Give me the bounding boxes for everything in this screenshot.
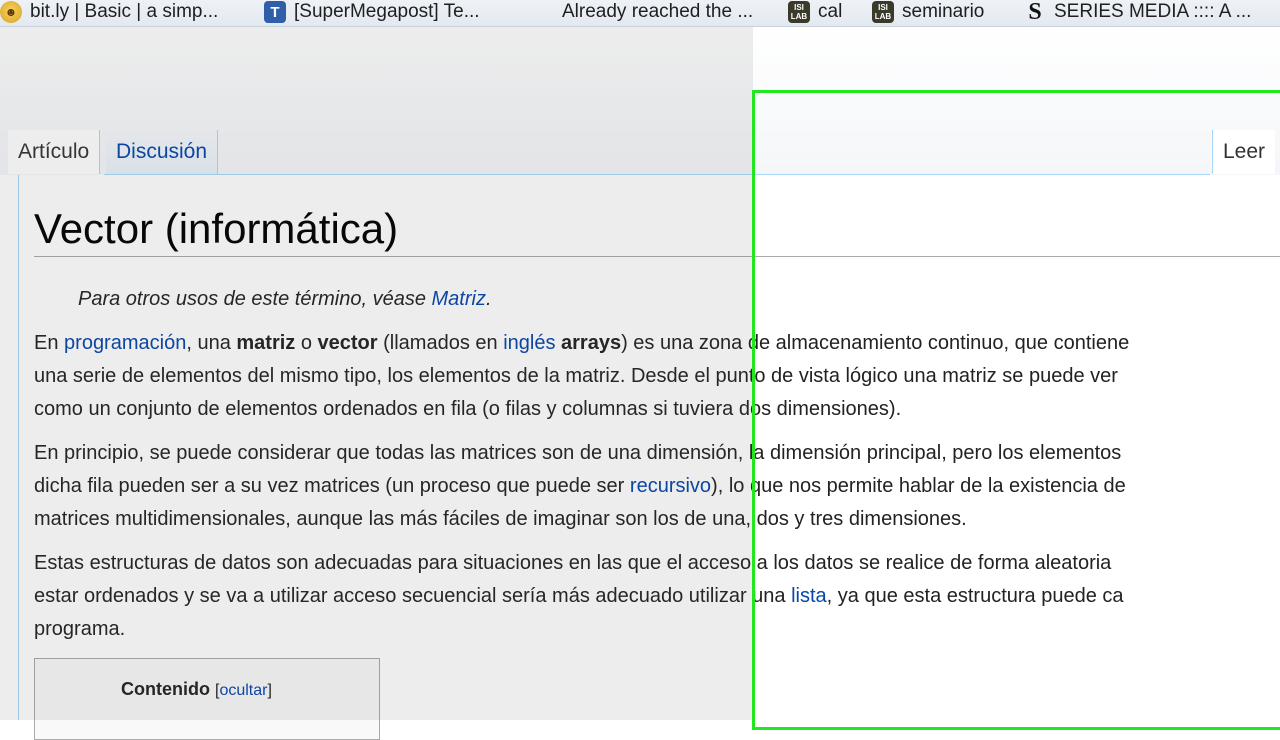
page-title: Vector (informática) (34, 205, 399, 252)
text-line: como un conjunto de elementos ordenados … (34, 398, 902, 420)
hatnote: Para otros usos de este término, véase M… (78, 288, 492, 311)
table-of-contents: Contenido [ocultar] (34, 658, 380, 740)
hatnote-text: Para otros usos de este término, véase (78, 288, 432, 310)
s-logo-icon: S (1028, 0, 1042, 25)
tab-read[interactable]: Leer (1212, 130, 1276, 174)
link-lista[interactable]: lista (791, 585, 827, 607)
text-line: programa. (34, 618, 126, 640)
link-programacion[interactable]: programación (64, 332, 186, 354)
link-ingles[interactable]: inglés (503, 332, 555, 354)
text: o (295, 332, 318, 354)
text: (llamados en (377, 332, 504, 354)
text: En (34, 332, 65, 354)
bookmark-item[interactable]: ISI LAB cal (788, 0, 842, 24)
text-line: En programación, una matriz o vector (ll… (34, 327, 1280, 360)
isi-lab-icon: ISI LAB (872, 1, 894, 23)
text: , una (186, 332, 237, 354)
text: ), lo que nos permite hablar de la exist… (711, 475, 1126, 497)
bookmark-label: cal (818, 1, 843, 22)
text-line: una serie de elementos del mismo tipo, l… (34, 365, 1118, 387)
toc-bracket: ] (267, 682, 272, 699)
paragraph-usage: Estas estructuras de datos son adecuadas… (34, 547, 1280, 646)
text: ) es una zona de almacenamiento continuo… (621, 332, 1130, 354)
paragraph-dimensions: En principio, se puede considerar que to… (34, 437, 1280, 536)
bold-term: arrays (561, 332, 622, 354)
hatnote-end: . (485, 288, 492, 310)
bold-term: vector (317, 332, 378, 354)
text: , ya que esta estructura puede ca (826, 585, 1124, 607)
bookmark-item[interactable]: S SERIES MEDIA :::: A ... (1024, 0, 1252, 25)
text-line: Estas estructuras de datos son adecuadas… (34, 552, 1112, 574)
bookmark-item[interactable]: T [SuperMegapost] Te... (264, 0, 480, 24)
smiley-icon: ☻ (0, 1, 22, 23)
link-recursivo[interactable]: recursivo (630, 475, 711, 497)
bookmarks-bar: ☻ bit.ly | Basic | a simp... T [SuperMeg… (0, 0, 1280, 27)
text: estar ordenados y se va a utilizar acces… (34, 585, 792, 607)
text-line: estar ordenados y se va a utilizar acces… (34, 580, 1280, 613)
text-line: dicha fila pueden ser a su vez matrices … (34, 470, 1280, 503)
tab-row-divider (104, 174, 1210, 175)
isi-lab-icon: ISI LAB (788, 1, 810, 23)
bookmark-item[interactable]: ☻ bit.ly | Basic | a simp... (0, 0, 218, 24)
taringa-icon: T (264, 1, 286, 23)
bookmark-label: SERIES MEDIA :::: A ... (1054, 1, 1252, 22)
bold-term: matriz (236, 332, 296, 354)
bookmark-label: [SuperMegapost] Te... (294, 1, 480, 22)
title-divider (34, 256, 1280, 257)
toc-hide-link[interactable]: ocultar (219, 682, 267, 699)
link-matriz[interactable]: Matriz (432, 288, 486, 310)
text: dicha fila pueden ser a su vez matrices … (34, 475, 630, 497)
bookmark-label: bit.ly | Basic | a simp... (30, 1, 219, 22)
tab-article[interactable]: Artículo (8, 130, 101, 174)
bookmark-item[interactable]: Already reached the ... (562, 0, 753, 24)
bookmark-label: Already reached the ... (562, 1, 754, 22)
text-line: matrices multidimensionales, aunque las … (34, 508, 967, 530)
toc-title: Contenido (121, 679, 210, 699)
bookmark-label: seminario (902, 1, 985, 22)
tab-discussion[interactable]: Discusión (106, 130, 219, 174)
toc-heading: Contenido [ocultar] (121, 679, 272, 700)
bookmark-item[interactable]: ISI LAB seminario (872, 0, 984, 24)
paragraph-intro: En programación, una matriz o vector (ll… (34, 327, 1280, 426)
text-line: En principio, se puede considerar que to… (34, 442, 1122, 464)
